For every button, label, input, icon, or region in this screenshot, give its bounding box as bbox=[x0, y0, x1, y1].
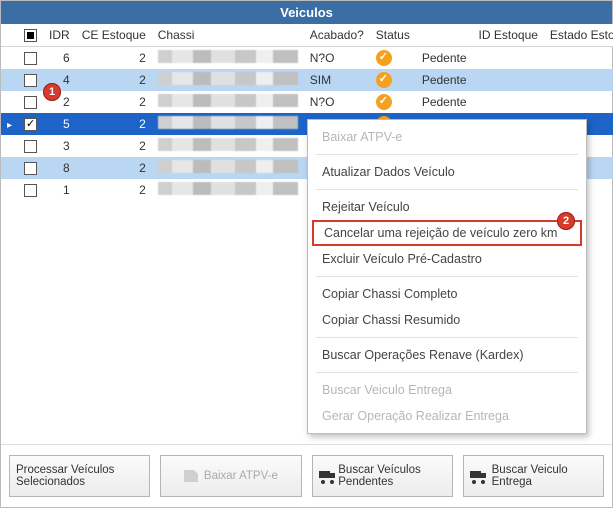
redacted-text bbox=[158, 72, 298, 85]
cell-chassi bbox=[152, 157, 304, 179]
menu-separator bbox=[316, 189, 578, 190]
document-icon bbox=[184, 470, 198, 482]
row-checkbox[interactable] bbox=[24, 52, 37, 65]
row-checkbox[interactable] bbox=[24, 96, 37, 109]
row-checkbox[interactable] bbox=[24, 162, 37, 175]
buscar-pendentes-button[interactable]: Buscar Veículos Pendentes bbox=[312, 455, 453, 497]
col-ce-estoque[interactable]: CE Estoque bbox=[76, 24, 152, 47]
col-id-estoque[interactable]: ID Estoque bbox=[473, 24, 544, 47]
menu-separator bbox=[316, 154, 578, 155]
col-status-text bbox=[416, 24, 473, 47]
button-label: Buscar Veículos Pendentes bbox=[338, 464, 446, 488]
menu-item[interactable]: Copiar Chassi Resumido bbox=[308, 307, 586, 333]
check-circle-icon bbox=[376, 72, 392, 88]
cell-idr: 1 bbox=[43, 179, 76, 201]
redacted-text bbox=[158, 116, 298, 129]
cell-chassi bbox=[152, 47, 304, 70]
cell-idr: 3 bbox=[43, 135, 76, 157]
cell-ce: 2 bbox=[76, 179, 152, 201]
cell-acabado: N?O bbox=[304, 91, 370, 113]
menu-item[interactable]: Cancelar uma rejeição de veículo zero km bbox=[312, 220, 582, 246]
cell-status-text: Pedente bbox=[416, 47, 473, 70]
cell-chassi bbox=[152, 135, 304, 157]
cell-idr: 5 bbox=[43, 113, 76, 135]
table-row[interactable]: 42SIMPedente bbox=[1, 69, 613, 91]
redacted-text bbox=[158, 182, 298, 195]
buscar-entrega-button[interactable]: Buscar Veiculo Entrega bbox=[463, 455, 604, 497]
baixar-atpv-button: Baixar ATPV-e bbox=[160, 455, 301, 497]
row-checkbox[interactable] bbox=[24, 140, 37, 153]
cell-ce: 2 bbox=[76, 91, 152, 113]
menu-item[interactable]: Buscar Operações Renave (Kardex) bbox=[308, 342, 586, 368]
annotation-1: 1 bbox=[43, 83, 61, 101]
row-checkbox[interactable] bbox=[24, 118, 37, 131]
cell-ce: 2 bbox=[76, 113, 152, 135]
row-checkbox[interactable] bbox=[24, 74, 37, 87]
menu-separator bbox=[316, 372, 578, 373]
col-estado-estoque[interactable]: Estado Estoque bbox=[544, 24, 613, 47]
redacted-text bbox=[158, 94, 298, 107]
menu-item[interactable]: Atualizar Dados Veículo bbox=[308, 159, 586, 185]
col-select-all[interactable] bbox=[18, 24, 43, 47]
cell-status-text: Pedente bbox=[416, 69, 473, 91]
cell-status-icon bbox=[370, 91, 416, 113]
cell-status-icon bbox=[370, 47, 416, 70]
cell-idr: 6 bbox=[43, 47, 76, 70]
menu-item: Baixar ATPV-e bbox=[308, 124, 586, 150]
menu-separator bbox=[316, 337, 578, 338]
col-acabado[interactable]: Acabado? bbox=[304, 24, 370, 47]
cell-status-icon bbox=[370, 69, 416, 91]
footer-toolbar: Processar Veículos Selecionados Baixar A… bbox=[1, 444, 612, 507]
table-row[interactable]: 62 N?O Pedente bbox=[1, 47, 613, 70]
cell-ce: 2 bbox=[76, 157, 152, 179]
check-circle-icon bbox=[376, 94, 392, 110]
cell-chassi bbox=[152, 91, 304, 113]
redacted-text bbox=[158, 138, 298, 151]
menu-item[interactable]: Rejeitar Veículo bbox=[308, 194, 586, 220]
check-circle-icon bbox=[376, 50, 392, 66]
process-selected-button[interactable]: Processar Veículos Selecionados bbox=[9, 455, 150, 497]
button-label: Buscar Veiculo Entrega bbox=[492, 464, 597, 488]
context-menu[interactable]: Baixar ATPV-e Atualizar Dados Veículo Reje… bbox=[307, 119, 587, 434]
cell-acabado: N?O bbox=[304, 47, 370, 70]
col-row-marker bbox=[1, 24, 18, 47]
menu-separator bbox=[316, 276, 578, 277]
redacted-text bbox=[158, 160, 298, 173]
button-label: Baixar ATPV-e bbox=[204, 470, 278, 482]
menu-item: Gerar Operação Realizar Entrega bbox=[308, 403, 586, 429]
select-all-checkbox[interactable] bbox=[24, 29, 37, 42]
menu-item[interactable]: Copiar Chassi Completo bbox=[308, 281, 586, 307]
col-status[interactable]: Status bbox=[370, 24, 416, 47]
cell-ce: 2 bbox=[76, 135, 152, 157]
col-idr[interactable]: IDR bbox=[43, 24, 76, 47]
button-label: Processar Veículos Selecionados bbox=[16, 464, 143, 488]
row-indicator-icon: ▸ bbox=[7, 120, 12, 131]
cell-chassi bbox=[152, 179, 304, 201]
annotation-2: 2 bbox=[557, 212, 575, 230]
panel-title: Veiculos bbox=[1, 1, 612, 24]
row-checkbox[interactable] bbox=[24, 184, 37, 197]
cell-chassi bbox=[152, 113, 304, 135]
cell-chassi bbox=[152, 69, 304, 91]
col-chassi[interactable]: Chassi bbox=[152, 24, 304, 47]
cell-ce: 2 bbox=[76, 47, 152, 70]
cell-ce: 2 bbox=[76, 69, 152, 91]
table-row[interactable]: 22N?OPedente bbox=[1, 91, 613, 113]
cell-status-text: Pedente bbox=[416, 91, 473, 113]
menu-item: Buscar Veiculo Entrega bbox=[308, 377, 586, 403]
truck-icon bbox=[470, 470, 486, 482]
cell-idr: 8 bbox=[43, 157, 76, 179]
redacted-text bbox=[158, 50, 298, 63]
truck-icon bbox=[319, 470, 333, 482]
menu-item[interactable]: Excluir Veículo Pré-Cadastro bbox=[308, 246, 586, 272]
cell-acabado: SIM bbox=[304, 69, 370, 91]
